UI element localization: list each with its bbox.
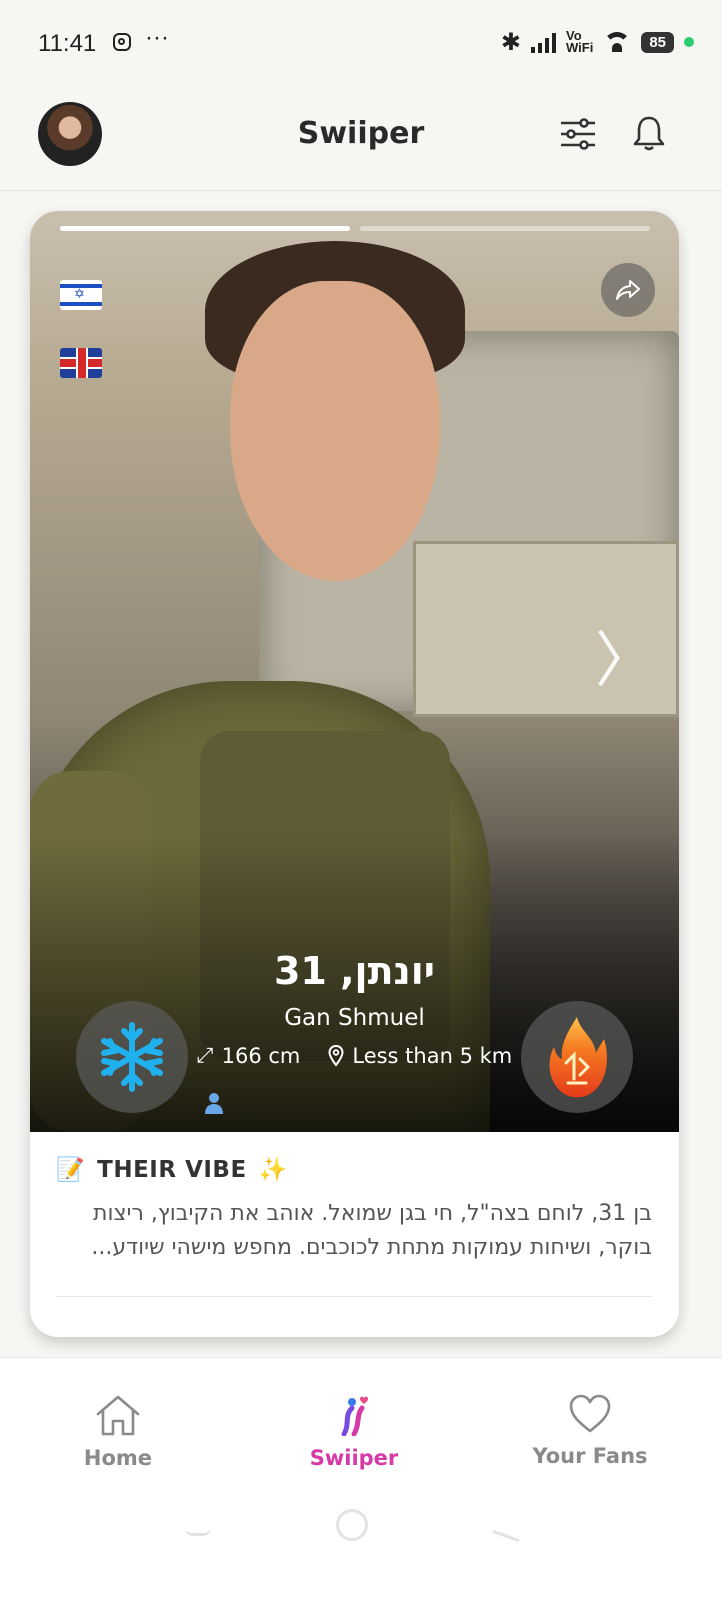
system-home-icon[interactable] <box>336 1509 368 1541</box>
height-value: 166 cm <box>221 1043 301 1068</box>
nav-your-fans-label: Your Fans <box>532 1444 648 1468</box>
israel-flag-icon: ✡ <box>60 280 102 310</box>
share-button[interactable] <box>601 263 655 317</box>
status-icons: ✱ Vo WiFi 85 <box>500 28 694 56</box>
privacy-indicator-dot <box>684 37 694 47</box>
app-header: Swiiper <box>0 90 722 191</box>
nav-your-fans[interactable]: Your Fans <box>490 1394 690 1468</box>
nav-home-label: Home <box>83 1446 153 1470</box>
vowifi-indicator: Vo WiFi <box>565 29 594 55</box>
wifi-icon <box>603 32 632 52</box>
photo-progress-segment[interactable] <box>360 226 650 231</box>
fire-icon <box>549 1017 607 1098</box>
fire-button[interactable] <box>521 1001 633 1113</box>
profile-card[interactable]: ✡ 〉 יונתן, 31 Gan Shmuel ⤢ 166 cm Less t… <box>30 211 679 1337</box>
instagram-icon <box>113 33 131 51</box>
swiiper-logo-icon <box>341 1396 368 1436</box>
vibe-title-row: 📝 THEIR VIBE ✨ <box>56 1156 652 1184</box>
sparkles-emoji-icon: ✨ <box>258 1157 288 1183</box>
share-arrow-icon <box>616 280 640 300</box>
status-bar: 11:41 ··· ✱ Vo WiFi 85 <box>0 0 722 90</box>
filter-sliders-icon[interactable] <box>560 118 596 150</box>
location-pin-icon <box>328 1044 344 1067</box>
vibe-divider <box>56 1296 652 1297</box>
person-icon <box>205 1093 223 1114</box>
more-notifications-indicator: ··· <box>145 24 169 51</box>
battery-icon: 85 <box>641 31 674 53</box>
photo-progress <box>60 226 650 231</box>
profile-distance: Less than 5 km <box>328 1043 512 1068</box>
bottom-nav: Home Swiiper Your Fans <box>0 1357 722 1600</box>
system-nav-bar <box>0 1505 722 1555</box>
profile-photo[interactable]: ✡ 〉 יונתן, 31 Gan Shmuel ⤢ 166 cm Less t… <box>30 211 679 1132</box>
next-photo-arrow-icon[interactable]: 〉 <box>595 631 655 691</box>
resize-arrow-icon: ⤢ <box>196 1043 214 1067</box>
nav-swiiper[interactable]: Swiiper <box>254 1394 454 1470</box>
status-time: 11:41 <box>38 30 97 57</box>
bluetooth-icon: ✱ <box>500 28 521 56</box>
vibe-title: THEIR VIBE <box>97 1156 247 1183</box>
photo-progress-segment[interactable] <box>60 226 350 231</box>
bell-icon[interactable] <box>631 114 667 152</box>
profile-height: ⤢ 166 cm <box>197 1043 301 1068</box>
vowifi-line2: WiFi <box>565 40 594 55</box>
vibe-section: 📝 THEIR VIBE ✨ בן 31, לוחם בצה"ל, חי בגן… <box>56 1156 652 1265</box>
distance-value: Less than 5 km <box>352 1043 513 1068</box>
profile-name-age: יונתן, 31 <box>273 949 435 993</box>
nav-swiiper-label: Swiiper <box>309 1446 399 1470</box>
vibe-text[interactable]: בן 31, לוחם בצה"ל, חי בגן שמואל. אוהב את… <box>56 1197 652 1265</box>
home-icon <box>96 1395 140 1436</box>
page-title: Swiiper <box>297 116 425 151</box>
memo-emoji-icon: 📝 <box>56 1157 86 1183</box>
freeze-button[interactable] <box>76 1001 188 1113</box>
snowflake-icon <box>101 1022 163 1092</box>
uk-flag-icon <box>60 348 102 378</box>
heart-icon <box>569 1394 611 1433</box>
system-recent-icon[interactable] <box>492 1512 526 1543</box>
nav-home[interactable]: Home <box>18 1394 218 1470</box>
photo-subject-face <box>230 281 440 581</box>
system-back-icon[interactable] <box>185 1519 211 1536</box>
signal-icon <box>530 31 556 53</box>
